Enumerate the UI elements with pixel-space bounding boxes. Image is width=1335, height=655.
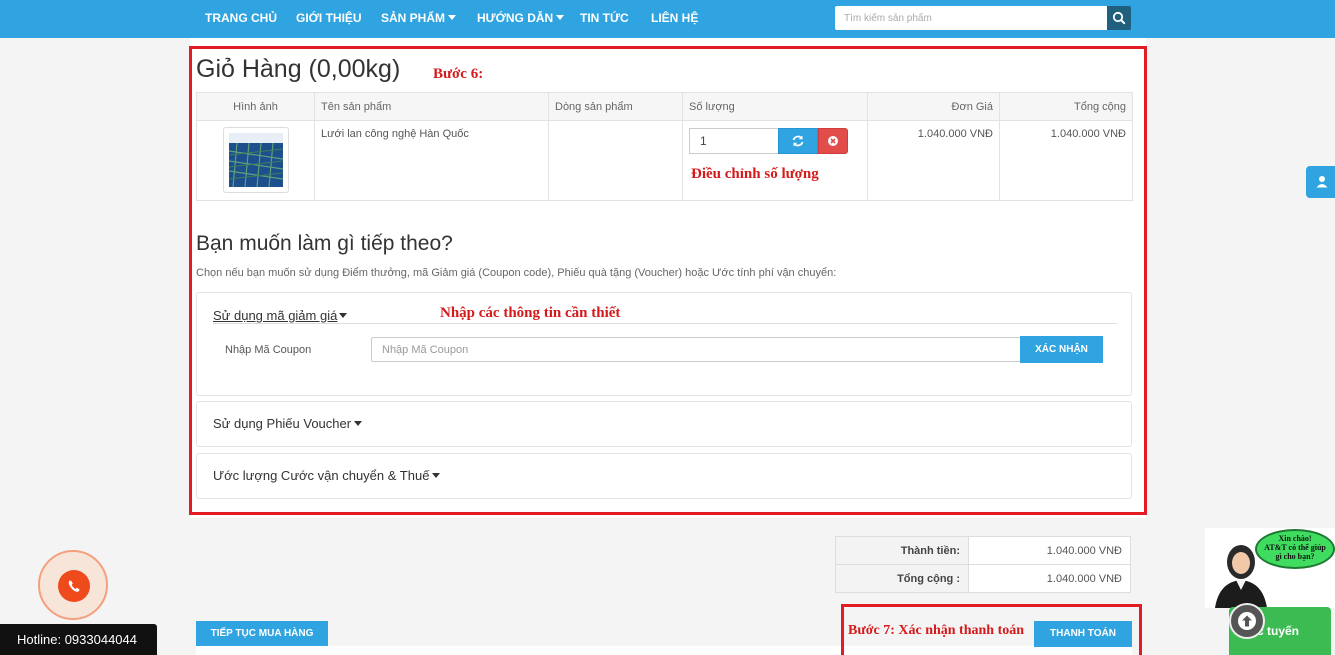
search-button[interactable]: [1107, 6, 1131, 30]
nav-item-products-label: SẢN PHẨM: [381, 11, 446, 25]
search-icon: [1112, 11, 1126, 25]
nav-item-home[interactable]: TRANG CHỦ: [205, 0, 277, 38]
chevron-down-icon: [448, 15, 457, 21]
phone-button[interactable]: [58, 570, 90, 602]
table-row: Tổng cộng : 1.040.000 VNĐ: [835, 564, 1131, 593]
continue-shopping-button[interactable]: TIẾP TỤC MUA HÀNG: [196, 621, 328, 646]
phone-icon: [68, 580, 80, 592]
subtotal-value: 1.040.000 VNĐ: [968, 536, 1131, 565]
scroll-top-button[interactable]: [1229, 603, 1265, 639]
chat-bubble: Xin chào! AT&T có thể giúp gì cho bạn?: [1255, 529, 1335, 569]
nav-item-news[interactable]: TIN TỨC: [580, 0, 629, 38]
annotation-step7: Bước 7: Xác nhận thanh toán: [848, 623, 1025, 638]
chat-bubble-line: AT&T có thể giúp: [1264, 543, 1326, 552]
grand-total-value: 1.040.000 VNĐ: [968, 564, 1131, 593]
search-input[interactable]: [835, 6, 1107, 30]
annotation-box-step6: [189, 46, 1147, 515]
nav-item-guide-label: HƯỚNG DẪN: [477, 11, 554, 25]
nav-item-contact[interactable]: LIÊN HỆ: [651, 0, 698, 38]
nav-item-products[interactable]: SẢN PHẨM: [381, 0, 457, 38]
chat-bubble-line: Xin chào!: [1278, 534, 1312, 543]
user-icon: [1316, 176, 1328, 188]
subtotal-label: Thành tiền:: [835, 536, 969, 565]
chat-bubble-line: gì cho bạn?: [1275, 552, 1315, 561]
chevron-down-icon: [556, 15, 565, 21]
checkout-button[interactable]: THANH TOÁN: [1034, 621, 1132, 647]
totals-table: Thành tiền: 1.040.000 VNĐ Tổng cộng : 1.…: [835, 536, 1131, 593]
arrow-up-icon: [1238, 612, 1256, 630]
account-tab[interactable]: [1306, 166, 1335, 198]
table-row: Thành tiền: 1.040.000 VNĐ: [835, 536, 1131, 565]
grand-total-label: Tổng cộng :: [835, 564, 969, 593]
top-navbar: TRANG CHỦ GIỚI THIỆU SẢN PHẨM HƯỚNG DẪN …: [0, 0, 1335, 38]
nav-item-about[interactable]: GIỚI THIỆU: [296, 0, 362, 38]
nav-item-guide[interactable]: HƯỚNG DẪN: [477, 0, 565, 38]
hotline-bar[interactable]: Hotline: 0933044044: [0, 624, 157, 655]
